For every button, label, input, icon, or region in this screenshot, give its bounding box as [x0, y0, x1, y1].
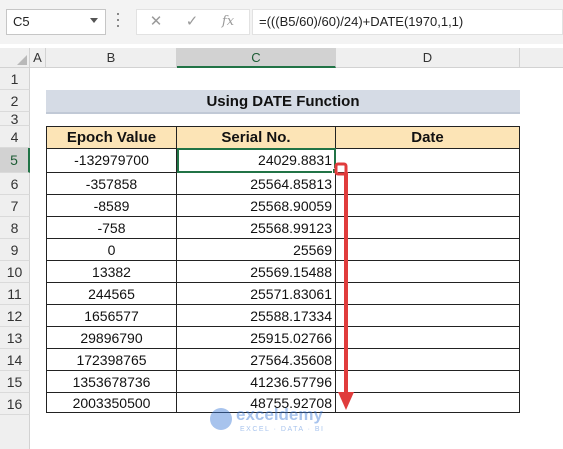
- formula-bar-grip-icon[interactable]: [116, 13, 120, 31]
- cell-epoch[interactable]: 13382: [47, 261, 177, 283]
- row-header-2[interactable]: 2: [0, 90, 30, 112]
- row-header-15[interactable]: 15: [0, 371, 30, 393]
- row-header-12[interactable]: 12: [0, 305, 30, 327]
- formula-bar-buttons: ✕ ✓ fx: [136, 9, 250, 35]
- row-header-1[interactable]: 1: [0, 68, 30, 90]
- row-header-8[interactable]: 8: [0, 217, 30, 239]
- cell-serial[interactable]: 25568.90059: [177, 195, 336, 217]
- row-header-7[interactable]: 7: [0, 195, 30, 217]
- cell-date[interactable]: [336, 217, 520, 239]
- header-serial-no[interactable]: Serial No.: [177, 127, 336, 149]
- row-header-9[interactable]: 9: [0, 239, 30, 261]
- cell-date[interactable]: [336, 305, 520, 327]
- cell-serial[interactable]: 25568.99123: [177, 217, 336, 239]
- row-header-14[interactable]: 14: [0, 349, 30, 371]
- row-header-6[interactable]: 6: [0, 173, 30, 195]
- column-header-a[interactable]: A: [30, 48, 46, 68]
- cell-serial[interactable]: 25915.02766: [177, 327, 336, 349]
- cell-serial[interactable]: 25564.85813: [177, 173, 336, 195]
- insert-function-icon[interactable]: fx: [213, 10, 243, 34]
- cell-epoch[interactable]: -357858: [47, 173, 177, 195]
- column-header-b[interactable]: B: [46, 48, 177, 68]
- cell-date[interactable]: [336, 283, 520, 305]
- cell-date[interactable]: [336, 261, 520, 283]
- cell-epoch[interactable]: 172398765: [47, 349, 177, 371]
- watermark-name: exceldemy: [236, 405, 323, 424]
- cell-date[interactable]: [336, 393, 520, 413]
- column-header-c[interactable]: C: [177, 48, 336, 68]
- cell-epoch[interactable]: -8589: [47, 195, 177, 217]
- cell-epoch[interactable]: -758: [47, 217, 177, 239]
- cell-serial[interactable]: 25569: [177, 239, 336, 261]
- formula-input[interactable]: =(((B5/60)/60)/24)+DATE(1970,1,1): [252, 9, 563, 35]
- watermark: exceldemy EXCEL · DATA · BI: [210, 405, 350, 439]
- cell-date[interactable]: [336, 173, 520, 195]
- cell-epoch[interactable]: 1353678736: [47, 371, 177, 393]
- cell-date[interactable]: [336, 149, 520, 173]
- cell-serial[interactable]: 41236.57796: [177, 371, 336, 393]
- cell-epoch[interactable]: 244565: [47, 283, 177, 305]
- header-date[interactable]: Date: [336, 127, 520, 149]
- cell-serial[interactable]: 27564.35608: [177, 349, 336, 371]
- row-header-13[interactable]: 13: [0, 327, 30, 349]
- cell-date[interactable]: [336, 239, 520, 261]
- row-header-11[interactable]: 11: [0, 283, 30, 305]
- cancel-icon[interactable]: ✕: [141, 10, 171, 34]
- cell-serial[interactable]: 25588.17334: [177, 305, 336, 327]
- active-cell-selection[interactable]: [177, 148, 336, 173]
- cell-epoch[interactable]: 2003350500: [47, 393, 177, 413]
- row-header-3[interactable]: 3: [0, 112, 30, 126]
- column-header-e[interactable]: [520, 48, 563, 68]
- row-header-17[interactable]: [0, 415, 30, 449]
- cell-epoch[interactable]: 29896790: [47, 327, 177, 349]
- cell-epoch[interactable]: -132979700: [47, 149, 177, 173]
- cell-epoch[interactable]: 0: [47, 239, 177, 261]
- enter-icon[interactable]: ✓: [177, 10, 207, 34]
- column-header-d[interactable]: D: [336, 48, 520, 68]
- row-header-5[interactable]: 5: [0, 148, 30, 173]
- cell-date[interactable]: [336, 371, 520, 393]
- exceldemy-logo-icon: [210, 408, 232, 430]
- header-epoch-value[interactable]: Epoch Value: [47, 127, 177, 149]
- cell-date[interactable]: [336, 327, 520, 349]
- cell-date[interactable]: [336, 349, 520, 371]
- name-box-dropdown-icon[interactable]: [90, 18, 98, 23]
- cell-serial[interactable]: 25569.15488: [177, 261, 336, 283]
- select-all-icon: [17, 55, 27, 65]
- sheet-title[interactable]: Using DATE Function: [46, 90, 520, 114]
- row-header-16[interactable]: 16: [0, 393, 30, 415]
- fill-handle[interactable]: [332, 168, 338, 174]
- row-header-10[interactable]: 10: [0, 261, 30, 283]
- cell-epoch[interactable]: 1656577: [47, 305, 177, 327]
- watermark-tagline: EXCEL · DATA · BI: [240, 426, 325, 433]
- cell-date[interactable]: [336, 195, 520, 217]
- cell-serial[interactable]: 25571.83061: [177, 283, 336, 305]
- row-header-4[interactable]: 4: [0, 126, 30, 148]
